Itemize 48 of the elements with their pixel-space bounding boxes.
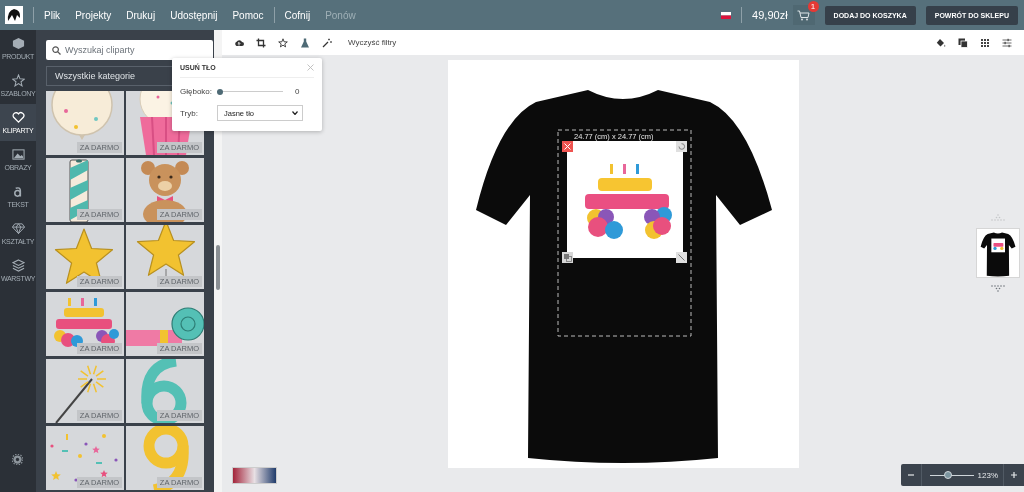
menu-item[interactable]: Projekty bbox=[75, 9, 112, 21]
menu-item[interactable]: Drukuj bbox=[126, 9, 156, 21]
birthday-clipart-image[interactable] bbox=[566, 141, 683, 258]
search-field[interactable]: Wyszukaj cliparty bbox=[46, 40, 213, 60]
image-icon bbox=[11, 148, 25, 161]
settings-icon[interactable] bbox=[12, 454, 23, 465]
flag-icon[interactable] bbox=[721, 11, 732, 19]
zoom-slider[interactable] bbox=[930, 471, 974, 479]
layers-icon[interactable] bbox=[958, 37, 968, 48]
cloud-upload-icon[interactable] bbox=[234, 37, 244, 48]
cart-icon bbox=[797, 9, 811, 21]
crop-icon[interactable] bbox=[256, 37, 266, 48]
depth-reading: 0 bbox=[295, 87, 300, 96]
birthday-clipart-drawing bbox=[54, 298, 119, 348]
delete-handle-icon[interactable] bbox=[561, 141, 573, 152]
undo-button[interactable]: Cofnij bbox=[284, 9, 311, 21]
grid-icon[interactable] bbox=[980, 37, 990, 48]
price: 49,90zł bbox=[752, 9, 788, 21]
star-icon[interactable] bbox=[278, 37, 288, 48]
logo-icon[interactable] bbox=[5, 6, 23, 24]
depth-slider[interactable] bbox=[217, 88, 283, 95]
minus-icon bbox=[907, 471, 915, 479]
menu-item[interactable]: Plik bbox=[44, 9, 61, 21]
color-palette-button[interactable] bbox=[232, 467, 277, 484]
plus-icon bbox=[1010, 471, 1018, 479]
balloon-clipart-drawing bbox=[51, 91, 113, 140]
zoom-reading: 123% bbox=[977, 470, 998, 480]
rotate-handle-icon[interactable] bbox=[675, 141, 687, 152]
caret-icon bbox=[292, 111, 298, 115]
layer-handle-icon[interactable] bbox=[561, 252, 573, 263]
page-thumbnail[interactable] bbox=[976, 228, 1020, 278]
clear-filters-button[interactable]: Wyczyść filtry bbox=[348, 38, 397, 47]
layers-icon bbox=[11, 259, 25, 272]
menu-item[interactable]: Pomoc bbox=[232, 9, 264, 21]
magic-wand-icon[interactable] bbox=[322, 37, 332, 48]
mode-label: Tryb: bbox=[180, 108, 199, 118]
flask-icon[interactable] bbox=[300, 37, 310, 48]
menu-item[interactable]: Udostępnij bbox=[170, 9, 218, 21]
paint-bucket-icon[interactable] bbox=[936, 37, 946, 48]
confetti-clipart-drawing bbox=[50, 434, 118, 482]
sliders-icon[interactable] bbox=[1002, 37, 1012, 48]
star-icon bbox=[11, 74, 25, 87]
resize-handle-icon[interactable] bbox=[675, 252, 687, 263]
cube-icon bbox=[11, 37, 25, 50]
candle-clipart-drawing bbox=[69, 159, 89, 222]
diamond-icon bbox=[11, 222, 25, 235]
cart-badge: 1 bbox=[807, 1, 819, 12]
heart-icon bbox=[11, 111, 25, 124]
